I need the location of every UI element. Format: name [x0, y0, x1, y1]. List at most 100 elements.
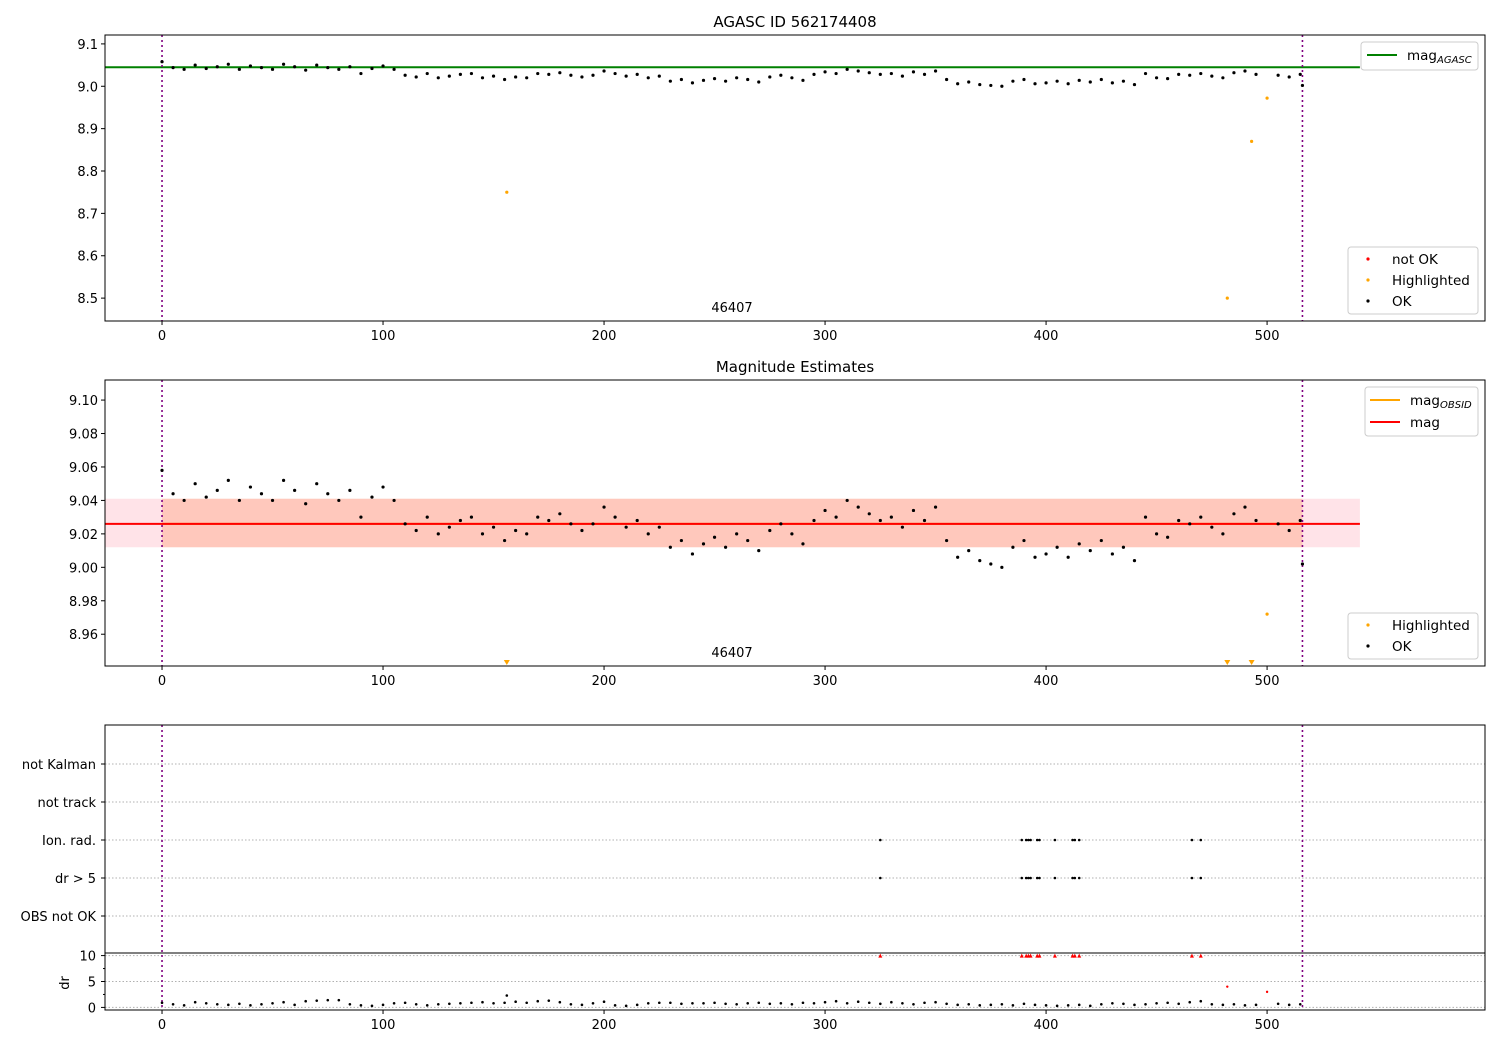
- ok-point: [1099, 77, 1103, 82]
- ok-point: [735, 532, 739, 536]
- dr-ok-point: [160, 1001, 164, 1005]
- dr-ok-point: [370, 1004, 374, 1008]
- dr-ok-point: [580, 1003, 584, 1007]
- ok-point: [171, 492, 175, 496]
- legend-label-ok: OK: [1392, 294, 1413, 310]
- ok-point: [945, 77, 949, 82]
- top-title: AGASC ID 562174408: [713, 13, 876, 31]
- ok-point: [237, 67, 241, 71]
- dr-ok-point: [414, 1003, 418, 1006]
- flag-point: [1029, 876, 1032, 880]
- dr-ok-point: [801, 1001, 805, 1005]
- dr-ok-point: [978, 1004, 982, 1007]
- ok-point: [536, 515, 540, 519]
- ok-point: [1210, 74, 1214, 78]
- ok-point: [1221, 76, 1225, 80]
- dr-ok-point: [348, 1003, 352, 1006]
- dr-highlighted-point: [1226, 985, 1229, 988]
- highlighted-point: [505, 190, 509, 194]
- flag-point: [1024, 876, 1028, 880]
- ok-point: [1199, 71, 1203, 76]
- dr-ok-point: [271, 1001, 274, 1005]
- x-tick-label: 200: [592, 1018, 617, 1033]
- ok-point: [1210, 525, 1214, 529]
- flag-point: [1071, 838, 1074, 842]
- y-tick-label: 8.5: [77, 292, 98, 307]
- ok-point: [602, 69, 606, 73]
- flag-point: [1035, 876, 1039, 880]
- ok-point: [856, 69, 860, 73]
- ok-point: [900, 525, 905, 529]
- ok-point: [259, 66, 264, 70]
- flag-point: [1053, 838, 1057, 842]
- dr-ok-point: [635, 1003, 639, 1007]
- dr-ok-point: [945, 1002, 948, 1006]
- ok-point: [204, 495, 208, 499]
- dr-ok-point: [746, 1001, 750, 1005]
- flag-point: [1027, 838, 1030, 842]
- dr-ok-point: [215, 1003, 219, 1006]
- ok-point: [1055, 545, 1059, 549]
- ok-point: [480, 532, 485, 536]
- ok-point: [1066, 555, 1070, 559]
- x-tick-label: 400: [1034, 1018, 1059, 1033]
- ok-point: [359, 71, 363, 76]
- ok-point: [812, 72, 816, 77]
- flag-point: [1190, 838, 1194, 842]
- ok-point: [746, 77, 750, 82]
- flag-label-dr-5: dr > 5: [55, 872, 96, 887]
- y-tick-label: 9.08: [69, 428, 98, 443]
- ok-point: [956, 82, 960, 86]
- ok-point: [1044, 552, 1048, 556]
- legend-label-not-ok: not OK: [1392, 252, 1439, 268]
- ok-point: [1166, 535, 1170, 539]
- dr-ok-point: [193, 1000, 197, 1004]
- y-tick-label: 9.1: [77, 38, 98, 53]
- dr-ok-point: [326, 998, 330, 1002]
- highlighted-out-of-range-marker: [503, 660, 510, 665]
- dr-ok-point: [260, 1003, 263, 1006]
- ok-point: [1066, 82, 1070, 86]
- ok-point: [668, 79, 672, 83]
- ok-point: [580, 75, 584, 79]
- x-tick-label: 100: [371, 1018, 396, 1033]
- dr-ok-point: [1155, 1001, 1158, 1005]
- ok-point: [337, 498, 341, 503]
- dr-tick-label: 0: [88, 1001, 96, 1016]
- ok-point: [801, 542, 805, 546]
- ok-point: [392, 67, 396, 71]
- dr-ok-point: [1221, 1003, 1225, 1007]
- ok-point: [182, 498, 186, 503]
- ok-point: [945, 538, 949, 543]
- ok-point: [724, 545, 728, 549]
- dr-ok-point: [779, 1001, 783, 1005]
- dr-ok-point: [171, 1003, 175, 1006]
- dr-ok-point: [890, 1000, 893, 1004]
- dr-ok-point: [304, 999, 307, 1003]
- ok-point: [978, 82, 982, 87]
- flag-point: [879, 876, 882, 880]
- dr-ok-point: [1100, 1003, 1103, 1006]
- ok-point: [602, 505, 606, 509]
- top-obsid-annotation: 46407: [711, 301, 752, 316]
- dr-ok-point: [989, 1003, 993, 1007]
- ok-point: [514, 528, 518, 533]
- dr-ok-point: [249, 1004, 252, 1007]
- flag-point: [1035, 838, 1039, 842]
- dr-ok-point: [227, 1003, 230, 1007]
- ok-point: [1221, 532, 1225, 536]
- dr-ok-point: [1022, 1002, 1026, 1006]
- y-tick-label: 9.04: [69, 494, 98, 509]
- ok-point: [1276, 73, 1280, 77]
- dr-ok-point: [1177, 1002, 1180, 1006]
- ok-point: [712, 535, 717, 539]
- dr-ok-point: [879, 1002, 882, 1006]
- dr-ok-point: [757, 1001, 761, 1005]
- x-tick-label: 200: [592, 329, 617, 344]
- ok-point: [348, 488, 352, 492]
- ok-point: [1055, 79, 1059, 83]
- legend-label-mag: mag: [1410, 415, 1440, 431]
- figure: AGASC ID 562174408 Magnitude Estimates 4…: [21, 13, 1486, 1033]
- ok-point: [226, 62, 230, 66]
- ok-point: [293, 488, 297, 492]
